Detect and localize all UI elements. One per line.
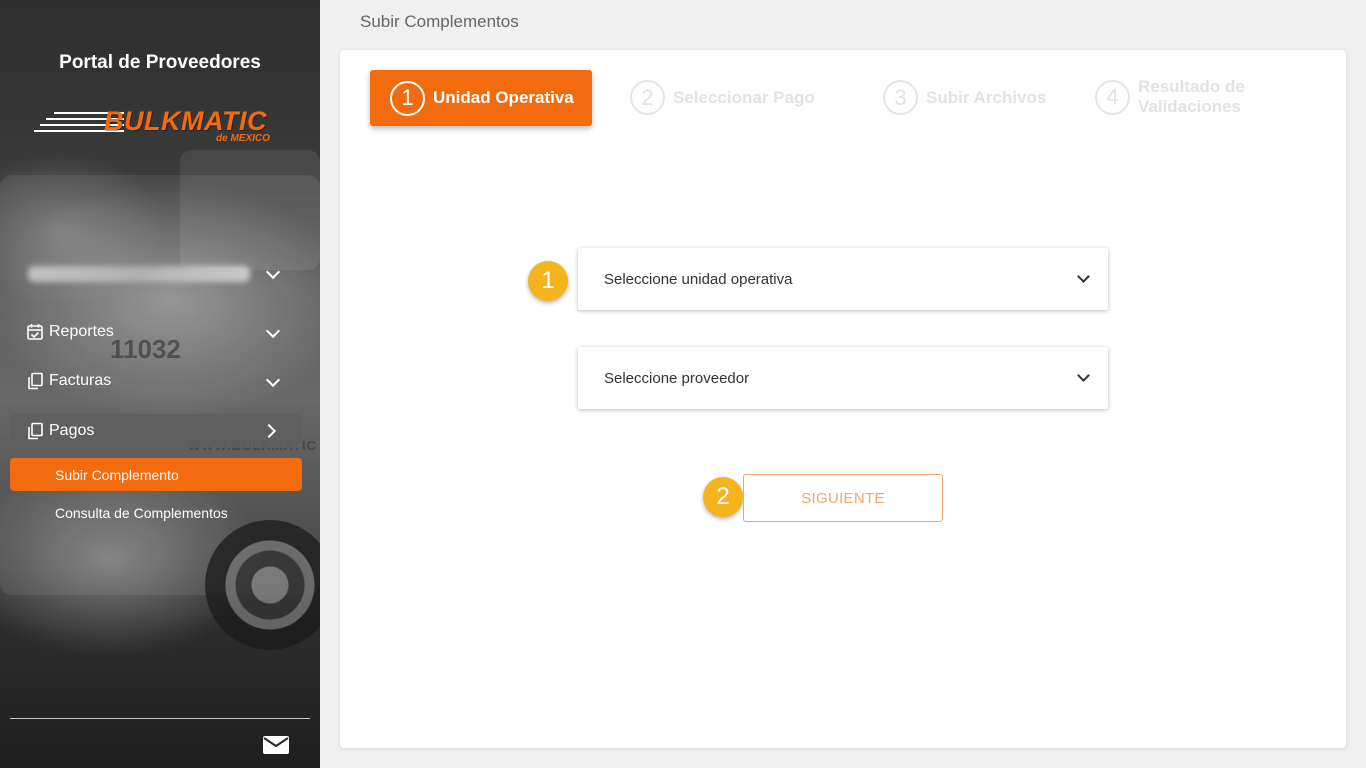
page-title: Subir Complementos xyxy=(360,12,519,31)
step-number: 1 xyxy=(390,80,425,116)
step-number: 2 xyxy=(630,80,665,115)
step-label-line1: Resultado de xyxy=(1138,77,1245,96)
portal-title: Portal de Proveedores xyxy=(59,52,261,73)
unidad-operativa-select[interactable]: Seleccione unidad operativa xyxy=(578,248,1108,310)
step-4-resultado-validaciones[interactable]: 4 Resultado de Validaciones xyxy=(1095,77,1245,117)
step-number: 4 xyxy=(1095,79,1130,115)
chevron-down-icon xyxy=(265,323,281,339)
chevron-down-icon xyxy=(1077,369,1090,382)
sub-item-subir-complemento[interactable]: Subir Complemento xyxy=(10,458,302,491)
step-label: Unidad Operativa xyxy=(433,88,574,107)
step-3-subir-archivos[interactable]: 3 Subir Archivos xyxy=(883,80,1046,115)
step-label-line2: Validaciones xyxy=(1138,97,1241,116)
chevron-down-icon xyxy=(1077,270,1090,283)
hint-badge-1: 1 xyxy=(528,261,568,301)
proveedor-select[interactable]: Seleccione proveedor xyxy=(578,347,1108,409)
copy-icon xyxy=(26,422,44,440)
sidebar-divider xyxy=(10,718,310,719)
siguiente-button[interactable]: SIGUIENTE xyxy=(743,474,943,522)
chevron-right-icon xyxy=(261,423,277,439)
sidebar: 11032 WWW.BULKMATIC Portal de Proveedore… xyxy=(0,0,320,768)
step-number: 3 xyxy=(883,80,918,115)
calendar-check-icon xyxy=(26,323,44,341)
user-name-redacted xyxy=(28,266,250,282)
nav-label-facturas: Facturas xyxy=(49,372,112,389)
logo-subtitle: de MEXICO xyxy=(216,133,270,144)
truck-wheel xyxy=(205,520,320,650)
proveedor-select-value: Seleccione proveedor xyxy=(604,369,750,387)
envelope-icon[interactable] xyxy=(263,736,289,754)
nav-label-reportes: Reportes xyxy=(49,323,114,340)
nav-item-reportes[interactable]: Reportes xyxy=(10,315,302,349)
nav-label-pagos: Pagos xyxy=(49,422,95,439)
step-label: Seleccionar Pago xyxy=(673,87,815,107)
step-2-seleccionar-pago[interactable]: 2 Seleccionar Pago xyxy=(630,80,815,115)
unidad-operativa-select-value: Seleccione unidad operativa xyxy=(604,270,793,288)
step-label: Subir Archivos xyxy=(926,87,1047,107)
sub-item-consulta-complementos[interactable]: Consulta de Complementos xyxy=(10,496,302,529)
truck-cab-window xyxy=(180,150,320,270)
step-label: Resultado de Validaciones xyxy=(1138,77,1245,117)
main-card: 1 Unidad Operativa 2 Seleccionar Pago 3 … xyxy=(340,50,1346,748)
chevron-down-icon xyxy=(265,372,281,388)
chevron-down-icon xyxy=(265,264,281,280)
nav-item-facturas[interactable]: Facturas xyxy=(10,364,302,398)
hint-badge-2: 2 xyxy=(703,477,743,517)
step-1-unidad-operativa[interactable]: 1 Unidad Operativa xyxy=(370,70,592,126)
nav-item-pagos[interactable]: Pagos xyxy=(10,414,302,448)
bulkmatic-logo: BULKMATIC de MEXICO xyxy=(32,106,287,146)
user-menu[interactable] xyxy=(28,262,290,288)
copy-icon xyxy=(26,372,44,390)
